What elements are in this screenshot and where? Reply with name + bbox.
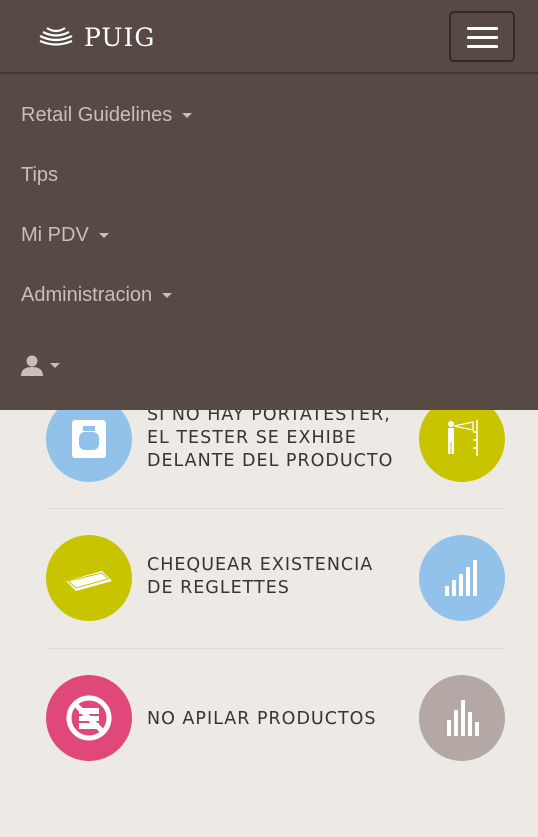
user-icon [21,355,43,376]
guideline-row-tester: SI NO HAY PORTATESTER, EL TESTER SE EXHI… [0,396,538,508]
caret-down-icon [162,293,173,298]
menu-item-label: Mi PDV [21,224,89,246]
brand-logo[interactable]: PUIG [38,22,155,52]
reglette-icon [46,535,132,621]
menu-item-administracion[interactable]: Administracion [21,284,173,307]
guideline-text: CHEQUEAR EXISTENCIA DE REGLETTES [147,555,374,598]
guideline-row-no-stacking: NO APILAR PRODUCTOS [0,674,538,764]
brand-name: PUIG [84,22,156,52]
bar-chart-icon [419,535,505,621]
caret-down-icon [182,113,193,118]
menu-item-mi-pdv[interactable]: Mi PDV [21,224,109,247]
menu-item-label: Administracion [21,284,153,306]
hamburger-icon [467,45,498,48]
bar-chart-icon [419,675,505,761]
guideline-row-reglettes: CHEQUEAR EXISTENCIA DE REGLETTES [0,534,538,624]
nav-menu: Retail Guidelines Tips Mi PDV Administra… [0,74,538,410]
hamburger-icon [467,36,498,39]
menu-toggle-button[interactable] [449,11,515,62]
top-navbar: PUIG [0,0,538,74]
hamburger-icon [467,27,498,30]
user-menu[interactable] [21,354,60,376]
puig-logo-icon [39,27,73,46]
caret-down-icon [50,362,60,368]
row-divider [47,648,505,649]
guideline-text: NO APILAR PRODUCTOS [147,709,377,729]
row-divider [47,508,505,509]
caret-down-icon [98,233,109,238]
menu-item-tips[interactable]: Tips [21,164,58,187]
menu-item-label: Retail Guidelines [21,104,173,126]
menu-item-retail-guidelines[interactable]: Retail Guidelines [21,104,193,127]
no-stacking-icon [46,675,132,761]
guideline-text: SI NO HAY PORTATESTER, EL TESTER SE EXHI… [147,405,394,471]
menu-item-label: Tips [21,164,59,186]
